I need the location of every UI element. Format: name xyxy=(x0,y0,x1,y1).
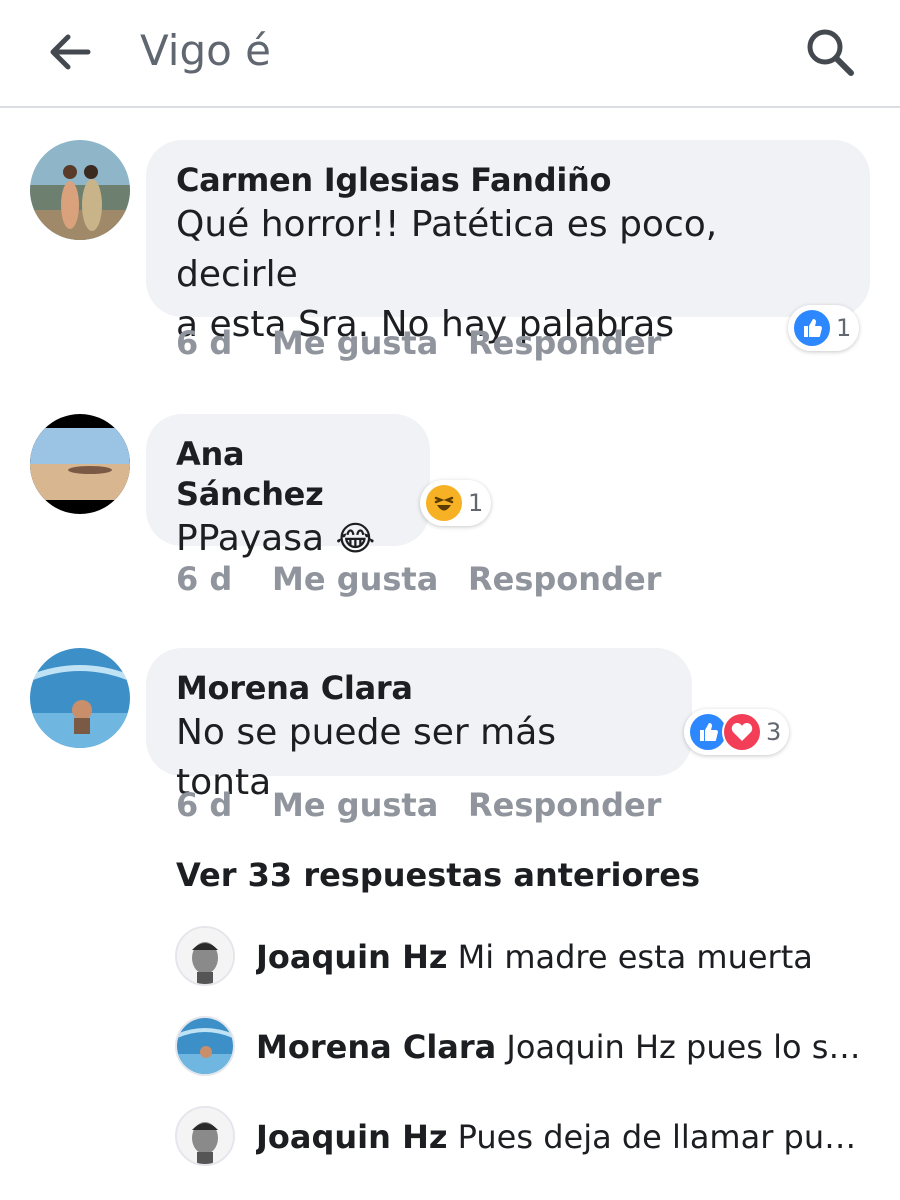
comment-meta: 6 d Me gusta Responder xyxy=(176,560,661,598)
like-button[interactable]: Me gusta xyxy=(272,560,468,598)
comment-time[interactable]: 6 d xyxy=(176,560,272,598)
comment-author[interactable]: Ana Sánchez xyxy=(176,434,400,514)
search-query[interactable]: Vigo é xyxy=(140,26,271,75)
view-previous-replies-link[interactable]: Ver 33 respuestas anteriores xyxy=(176,856,700,894)
reply-item[interactable]: Morena Clara Joaquin Hz pues lo sient… xyxy=(256,1028,866,1066)
comment-bubble[interactable]: Ana Sánchez PPayasa 😂 xyxy=(146,414,430,559)
comment-time[interactable]: 6 d xyxy=(176,324,272,362)
avatar-carmen[interactable] xyxy=(30,140,130,240)
reply-author[interactable]: Joaquin Hz xyxy=(256,938,447,976)
like-button[interactable]: Me gusta xyxy=(272,786,468,824)
back-button[interactable] xyxy=(44,28,96,76)
comment-bubble[interactable]: Carmen Iglesias Fandiño Qué horror!! Pat… xyxy=(146,140,870,345)
like-reaction-icon xyxy=(792,308,832,348)
comment-text-row: PPayasa 😂 xyxy=(176,514,400,564)
reaction-summary[interactable]: 3 xyxy=(684,709,790,755)
comment-author[interactable]: Carmen Iglesias Fandiño xyxy=(176,160,840,200)
comment-text: Qué horror!! Patética es poco, decirle xyxy=(176,204,718,295)
haha-reaction-icon xyxy=(424,483,464,523)
avatar-photo xyxy=(30,140,130,240)
avatar-morena[interactable] xyxy=(30,648,130,748)
reply-button[interactable]: Responder xyxy=(468,560,661,598)
avatar-joaquin[interactable] xyxy=(175,926,235,986)
reaction-count: 1 xyxy=(836,314,852,342)
reply-item[interactable]: Joaquin Hz Pues deja de llamar puta a… xyxy=(256,1118,866,1156)
avatar-morena-reply[interactable] xyxy=(175,1016,235,1076)
reaction-summary[interactable]: 1 xyxy=(788,305,860,351)
comment-bubble[interactable]: Morena Clara No se puede ser más tonta xyxy=(146,648,692,803)
reply-text: Mi madre esta muerta xyxy=(457,938,813,976)
avatar-photo xyxy=(177,928,233,984)
avatar-photo xyxy=(30,414,130,514)
comment-time[interactable]: 6 d xyxy=(176,786,272,824)
avatar-joaquin[interactable] xyxy=(175,1106,235,1166)
reply-button[interactable]: Responder xyxy=(468,786,661,824)
search-icon xyxy=(807,29,854,76)
comment-text: PPayasa xyxy=(176,518,325,559)
avatar-photo xyxy=(30,648,130,748)
love-reaction-icon xyxy=(722,712,762,752)
like-button[interactable]: Me gusta xyxy=(272,324,468,362)
comment-author[interactable]: Morena Clara xyxy=(176,668,662,708)
reply-item[interactable]: Joaquin Hz Mi madre esta muerta xyxy=(256,938,866,976)
search-header: Vigo é xyxy=(0,0,900,108)
reply-text: Pues deja de llamar puta a… xyxy=(457,1118,866,1156)
comment-meta: 6 d Me gusta Responder xyxy=(176,786,661,824)
reaction-summary[interactable]: 1 xyxy=(420,480,492,526)
reply-author[interactable]: Morena Clara xyxy=(256,1028,496,1066)
search-button[interactable] xyxy=(800,22,860,82)
avatar-ana[interactable] xyxy=(30,414,130,514)
reaction-count: 3 xyxy=(766,718,782,746)
back-arrow-icon xyxy=(50,34,91,70)
reaction-count: 1 xyxy=(468,489,484,517)
avatar-photo xyxy=(177,1108,233,1164)
comment-meta: 6 d Me gusta Responder xyxy=(176,324,661,362)
reply-author[interactable]: Joaquin Hz xyxy=(256,1118,447,1156)
reply-text: Joaquin Hz pues lo sient… xyxy=(506,1028,866,1066)
reply-button[interactable]: Responder xyxy=(468,324,661,362)
avatar-photo xyxy=(177,1018,233,1074)
laughing-emoji-icon: 😂 xyxy=(335,519,376,559)
